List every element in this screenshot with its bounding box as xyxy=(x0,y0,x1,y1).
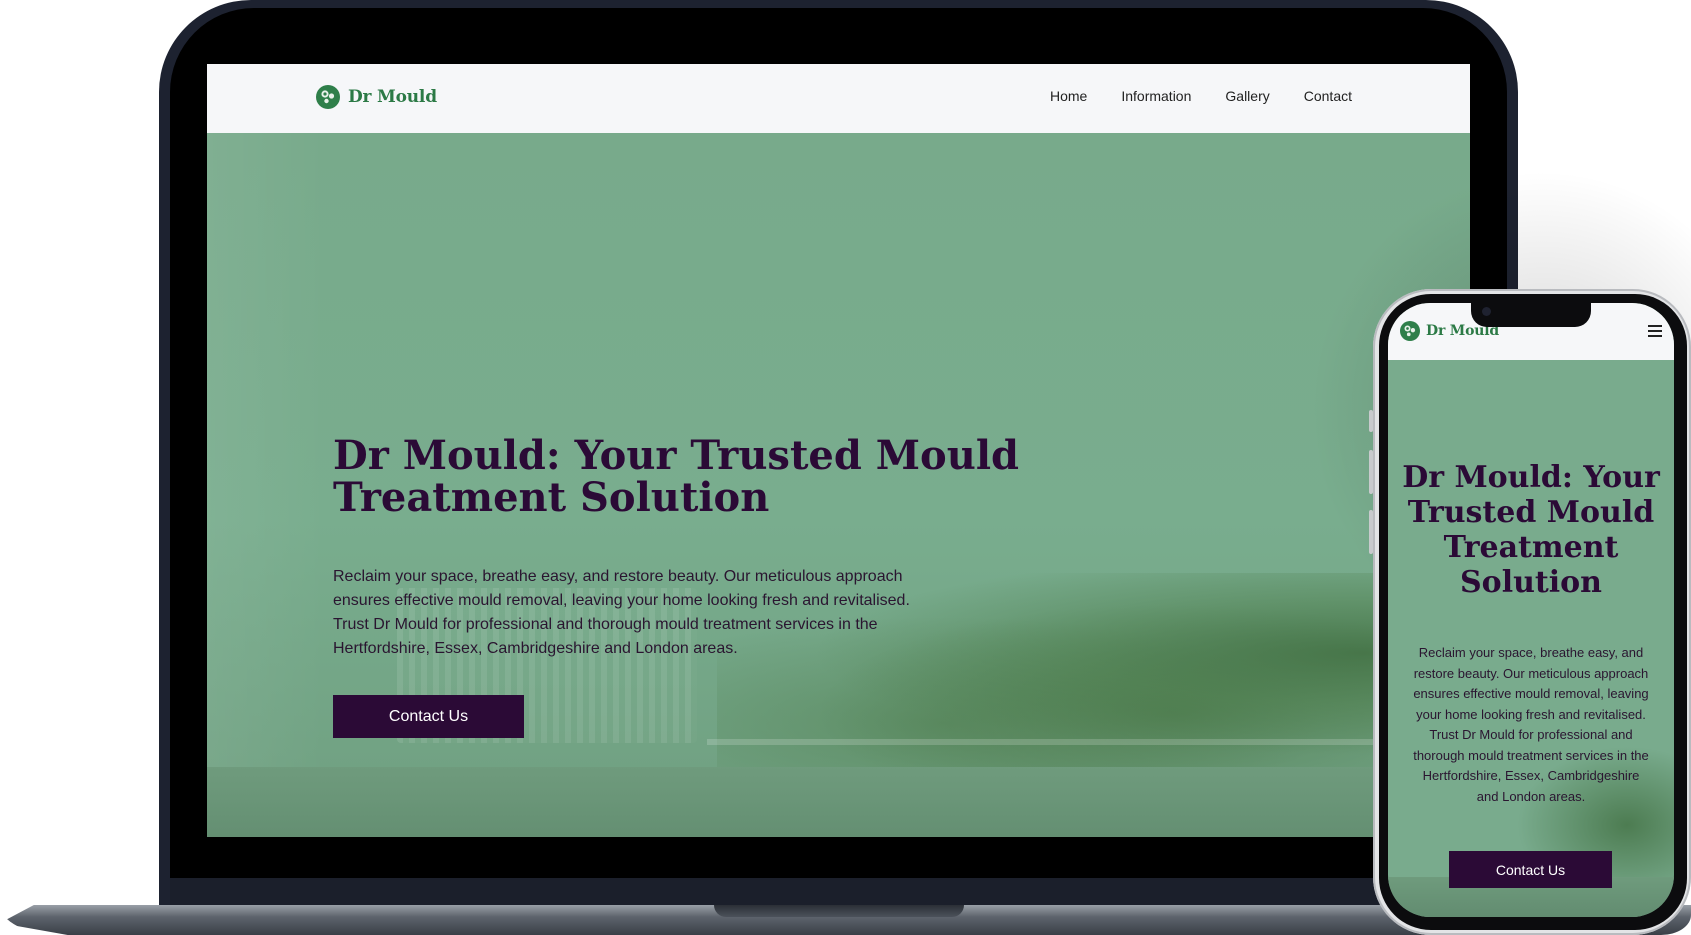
mould-logo-icon xyxy=(1400,321,1420,341)
laptop-hinge-notch xyxy=(714,905,964,917)
phone-volume-down-button xyxy=(1369,510,1373,554)
mobile-hero-description: Reclaim your space, breathe easy, and re… xyxy=(1413,645,1649,804)
nav-link-gallery[interactable]: Gallery xyxy=(1225,88,1269,104)
device-mockup-stage: Dr Mould Home Information Gallery Contac… xyxy=(0,0,1691,935)
laptop-chin xyxy=(170,878,1507,906)
phone-screen: Dr Mould Dr Mould: Your Trusted Mould Tr… xyxy=(1388,303,1674,917)
hero-bg-skirting xyxy=(707,739,1470,745)
hamburger-menu-icon[interactable] xyxy=(1648,325,1662,337)
hero-section: Dr Mould: Your Trusted Mould Treatment S… xyxy=(207,133,1470,837)
brand-logo[interactable]: Dr Mould xyxy=(316,85,437,109)
brand-name: Dr Mould xyxy=(348,87,437,107)
mould-logo-icon xyxy=(316,85,340,109)
nav-link-home[interactable]: Home xyxy=(1050,88,1087,104)
mobile-hero-title: Dr Mould: Your Trusted Mould Treatment S… xyxy=(1402,460,1660,600)
mobile-hero-section: Dr Mould: Your Trusted Mould Treatment S… xyxy=(1388,360,1674,917)
hero-description: Reclaim your space, breathe easy, and re… xyxy=(333,568,910,657)
nav-link-contact[interactable]: Contact xyxy=(1304,88,1352,104)
primary-nav: Home Information Gallery Contact xyxy=(1016,88,1352,104)
mobile-contact-us-button[interactable]: Contact Us xyxy=(1449,851,1612,888)
phone-side-button xyxy=(1369,410,1373,432)
site-navbar: Dr Mould Home Information Gallery Contac… xyxy=(207,64,1470,133)
hero-bg-floor xyxy=(207,767,1470,837)
nav-link-information[interactable]: Information xyxy=(1121,88,1191,104)
phone-volume-up-button xyxy=(1369,450,1373,494)
contact-us-button[interactable]: Contact Us xyxy=(333,695,524,738)
laptop-screen: Dr Mould Home Information Gallery Contac… xyxy=(207,64,1470,837)
phone-camera-icon xyxy=(1482,307,1491,316)
hero-title: Dr Mould: Your Trusted Mould Treatment S… xyxy=(333,432,1019,521)
hero-bg-wall xyxy=(207,133,327,837)
